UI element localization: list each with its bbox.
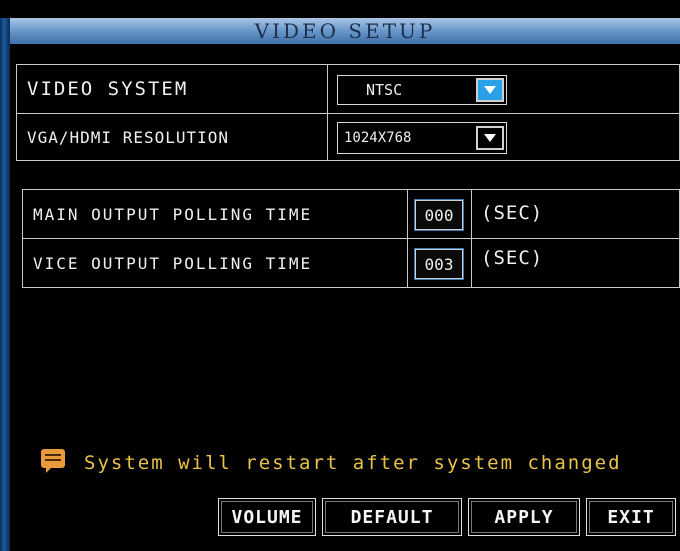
vice-polling-unit: (SEC)	[481, 247, 544, 269]
window-title: VIDEO SETUP	[10, 18, 680, 44]
notice-text: System will restart after system changed	[84, 452, 622, 474]
default-button[interactable]: DEFAULT	[322, 498, 462, 536]
video-system-label: VIDEO SYSTEM	[27, 78, 189, 100]
volume-button[interactable]: VOLUME	[218, 498, 316, 536]
default-button-label: DEFAULT	[350, 506, 434, 528]
restart-notice: System will restart after system changed	[40, 448, 622, 478]
resolution-value: 1024X768	[344, 130, 412, 146]
volume-button-label: VOLUME	[231, 506, 303, 528]
row-divider	[407, 239, 408, 287]
message-icon	[40, 448, 66, 478]
video-system-row: VIDEO SYSTEM NTSC	[16, 64, 680, 114]
vice-polling-row: VICE OUTPUT POLLING TIME 003 (SEC)	[22, 238, 680, 288]
row-divider	[407, 190, 408, 238]
row-divider	[327, 114, 328, 160]
video-system-select[interactable]: NTSC	[337, 75, 507, 105]
apply-button[interactable]: APPLY	[468, 498, 580, 536]
main-polling-unit: (SEC)	[481, 202, 544, 224]
apply-button-label: APPLY	[494, 506, 554, 528]
resolution-row: VGA/HDMI RESOLUTION 1024X768	[16, 113, 680, 161]
vice-polling-label: VICE OUTPUT POLLING TIME	[33, 253, 313, 273]
row-divider	[471, 190, 472, 238]
chevron-down-icon[interactable]	[476, 126, 504, 150]
resolution-label: VGA/HDMI RESOLUTION	[27, 127, 230, 147]
vice-polling-input[interactable]: 003	[414, 248, 464, 280]
main-polling-input[interactable]: 000	[414, 199, 464, 231]
exit-button-label: EXIT	[607, 506, 655, 528]
chevron-down-icon[interactable]	[476, 78, 504, 102]
video-system-value: NTSC	[366, 81, 403, 99]
row-divider	[327, 65, 328, 113]
main-polling-label: MAIN OUTPUT POLLING TIME	[33, 204, 313, 224]
row-divider	[471, 239, 472, 287]
video-setup-window: VIDEO SETUP VIDEO SYSTEM NTSC VGA/HDMI R…	[0, 0, 680, 551]
settings-panel: VIDEO SYSTEM NTSC VGA/HDMI RESOLUTION 10…	[10, 44, 680, 551]
main-polling-row: MAIN OUTPUT POLLING TIME 000 (SEC)	[22, 189, 680, 239]
exit-button[interactable]: EXIT	[586, 498, 676, 536]
resolution-select[interactable]: 1024X768	[337, 122, 507, 154]
